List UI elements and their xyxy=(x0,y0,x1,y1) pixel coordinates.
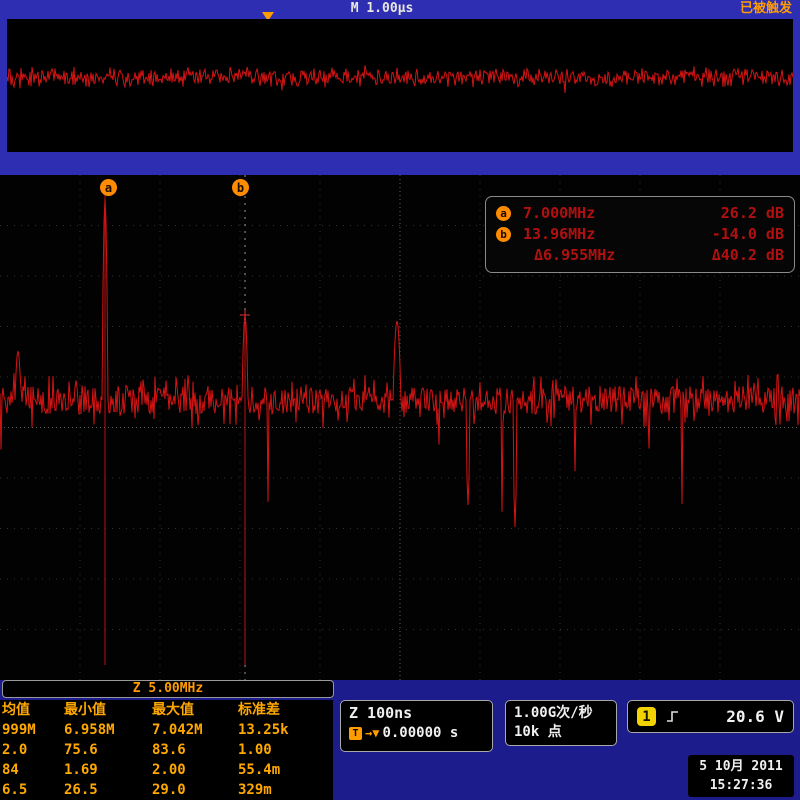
measurement-value: 55.4m xyxy=(238,760,328,780)
acquisition-box: 1.00G次/秒 10k 点 xyxy=(505,700,617,746)
cursor-b-badge: b xyxy=(232,179,249,196)
measurement-row: 84 1.69 2.00 55.4m xyxy=(2,760,333,780)
trigger-status-label: 已被触发 xyxy=(740,0,792,18)
time-domain-panel xyxy=(7,19,793,152)
measurement-value: 26.5 xyxy=(64,780,152,800)
sample-rate-label: 1.00G次/秒 xyxy=(514,704,608,723)
measurement-col-header: 标准差 xyxy=(238,700,328,720)
rising-slope-icon xyxy=(665,709,680,724)
zoom-window-label: Z 5.00MHz xyxy=(2,680,334,698)
measurement-value: 84 xyxy=(2,760,64,780)
measurement-value: 29.0 xyxy=(152,780,238,800)
zoom-timebase-box: Z 100ns T →▼ 0.00000 s xyxy=(340,700,493,752)
measurement-value: 1.00 xyxy=(238,740,328,760)
zoom-timebase-label: Z 100ns xyxy=(349,704,484,722)
measurement-value: 83.6 xyxy=(152,740,238,760)
cursor-delta-frequency: Δ6.955MHz xyxy=(534,246,615,264)
timebase-readout: M 1.00μs xyxy=(332,0,432,18)
measurement-header-row: 均值 最小值 最大值 标准差 xyxy=(2,700,333,720)
cursor-a-badge: a xyxy=(100,179,117,196)
cursor-readout: a 7.000MHz 26.2 dB b 13.96MHz -14.0 dB Δ… xyxy=(485,196,795,273)
measurement-value: 329m xyxy=(238,780,328,800)
measurement-value: 7.042M xyxy=(152,720,238,740)
top-status-bar: M 1.00μs 已被触发 xyxy=(0,0,800,18)
channel-1-badge: 1 xyxy=(637,707,656,726)
cursor-a-frequency: 7.000MHz xyxy=(523,204,595,222)
measurement-value: 6.958M xyxy=(64,720,152,740)
measurement-value: 999M xyxy=(2,720,64,740)
trigger-position-row: T →▼ 0.00000 s xyxy=(349,725,484,741)
record-length-label: 10k 点 xyxy=(514,723,608,742)
cursor-a-badge-small: a xyxy=(496,206,511,221)
measurement-value: 2.00 xyxy=(152,760,238,780)
cursor-b-level: -14.0 dB xyxy=(712,225,784,243)
trigger-t-icon: T xyxy=(349,727,362,740)
measurement-col-header: 最大值 xyxy=(152,700,238,720)
cursor-b-row: b 13.96MHz -14.0 dB xyxy=(496,225,784,243)
cursor-b-badge-small: b xyxy=(496,227,511,242)
cursor-b-frequency: 13.96MHz xyxy=(523,225,595,243)
measurement-col-header: 均值 xyxy=(2,700,64,720)
measurement-value: 13.25k xyxy=(238,720,328,740)
fft-panel: a b a 7.000MHz 26.2 dB b 13.96MHz -14.0 … xyxy=(0,175,800,680)
measurement-row: 2.0 75.6 83.6 1.00 xyxy=(2,740,333,760)
channel-box: 1 20.6 V xyxy=(627,700,794,733)
cursor-delta-row: Δ6.955MHz Δ40.2 dB xyxy=(496,246,784,264)
measurement-value: 1.69 xyxy=(64,760,152,780)
time-label: 15:27:36 xyxy=(710,776,773,795)
oscilloscope-screen: M 1.00μs 已被触发 a b a 7.000MHz xyxy=(0,0,800,800)
channel-scale-value: 20.6 V xyxy=(726,707,784,726)
measurement-table: 均值 最小值 最大值 标准差 999M 6.958M 7.042M 13.25k… xyxy=(0,700,333,800)
cursor-a-level: 26.2 dB xyxy=(721,204,784,222)
measurement-col-header: 最小值 xyxy=(64,700,152,720)
date-label: 5 10月 2011 xyxy=(699,757,782,776)
measurement-value: 2.0 xyxy=(2,740,64,760)
measurement-value: 6.5 xyxy=(2,780,64,800)
measurement-value: 75.6 xyxy=(64,740,152,760)
datetime-box: 5 10月 2011 15:27:36 xyxy=(688,755,794,797)
measurement-row: 999M 6.958M 7.042M 13.25k xyxy=(2,720,333,740)
time-domain-trace xyxy=(7,19,793,152)
measurement-row: 6.5 26.5 29.0 329m xyxy=(2,780,333,800)
cursor-b-cross-icon xyxy=(240,310,250,320)
cursor-a-row: a 7.000MHz 26.2 dB xyxy=(496,204,784,222)
cursor-delta-level: Δ40.2 dB xyxy=(712,246,784,264)
trigger-arrow-icon: →▼ xyxy=(365,726,379,740)
trigger-position-value: 0.00000 s xyxy=(382,725,458,741)
